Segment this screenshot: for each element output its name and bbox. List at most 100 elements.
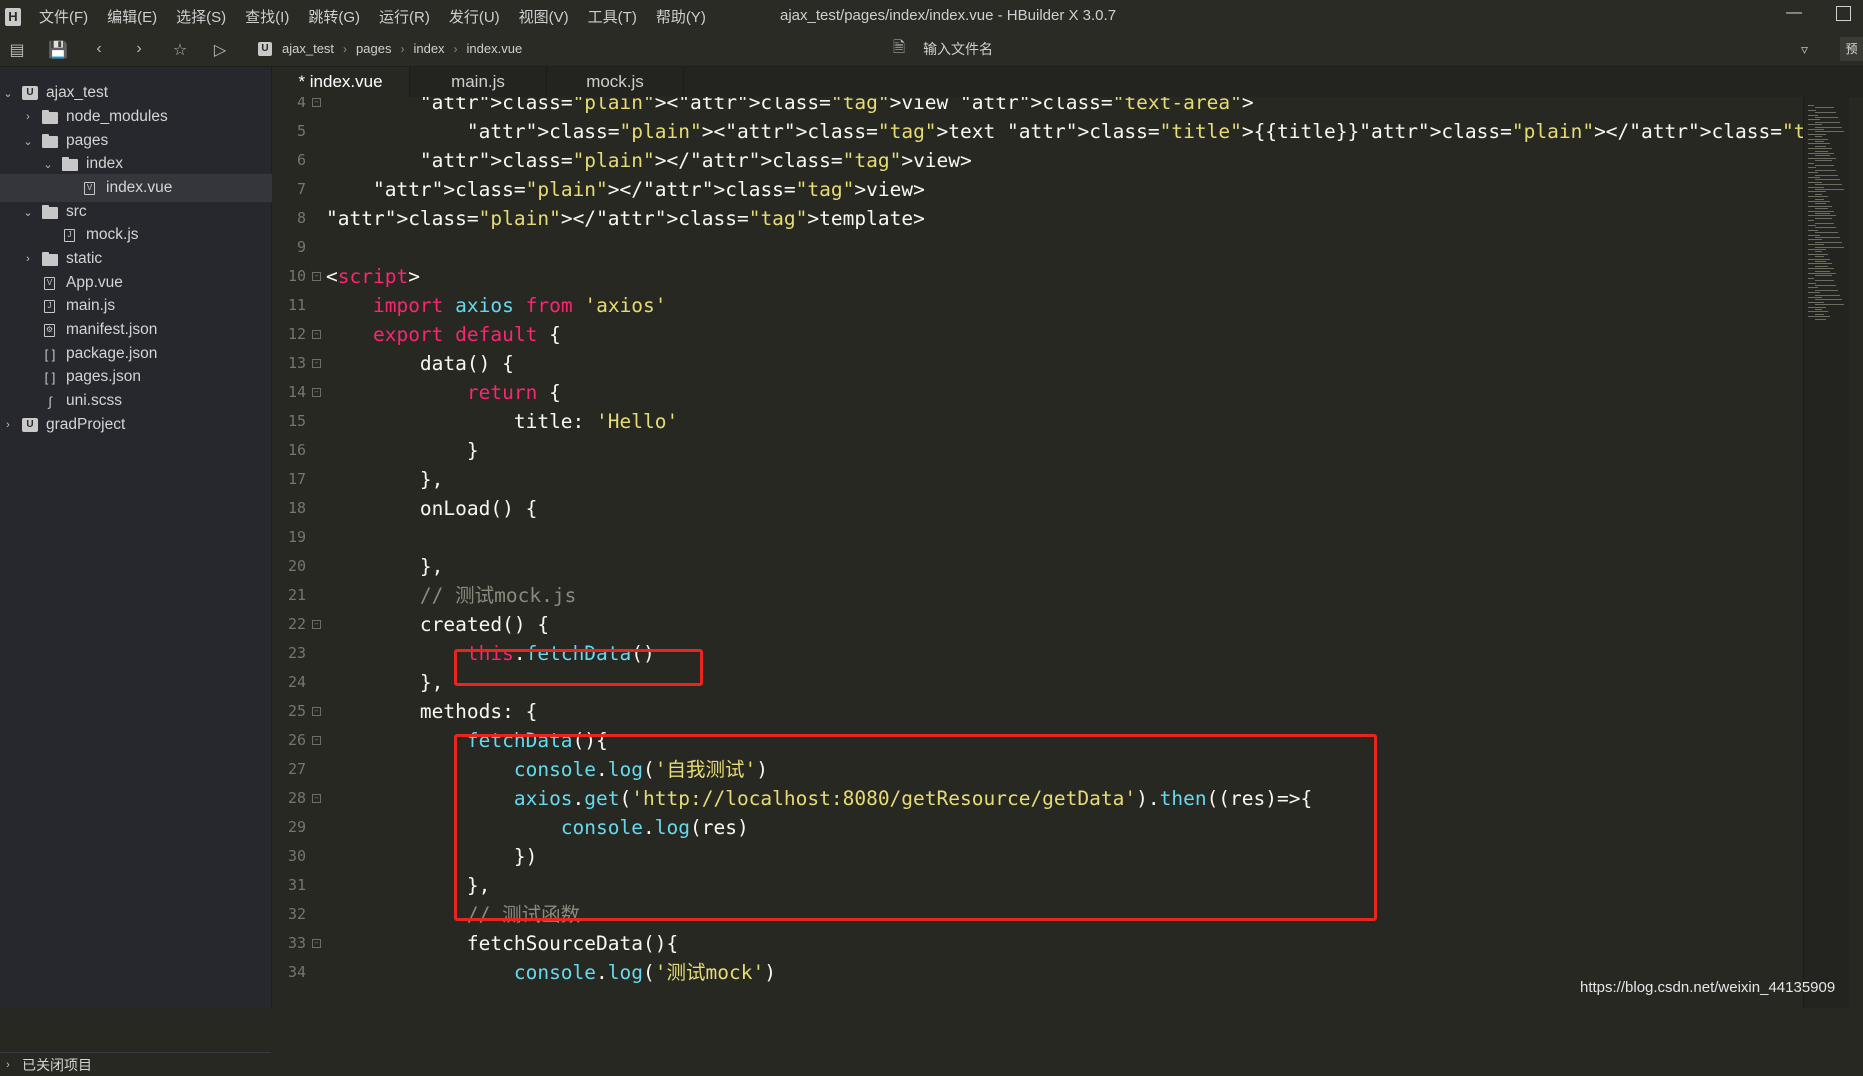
code-line[interactable]: 11 import axios from 'axios'	[272, 291, 1803, 320]
line-number: 7	[296, 180, 306, 198]
tab-mock-js[interactable]: mock.js	[547, 67, 684, 97]
code-line[interactable]: 4− "attr">class="plain"><"attr">class="t…	[272, 97, 1803, 117]
minimap-line	[1815, 265, 1828, 267]
forward-icon[interactable]: ›	[130, 40, 148, 58]
code-line[interactable]: 13− data() {	[272, 349, 1803, 378]
preview-button[interactable]: 预	[1840, 37, 1863, 61]
maximize-icon[interactable]	[1836, 6, 1851, 21]
minimap-line	[1808, 172, 1818, 174]
chevron-right-icon: ›	[400, 41, 405, 56]
menu-select[interactable]: 选择(S)	[176, 6, 226, 27]
bookmark-star-icon[interactable]: ☆	[171, 40, 189, 60]
closed-projects-label: 已关闭项目	[22, 1056, 92, 1073]
code-line[interactable]: 17 },	[272, 465, 1803, 494]
menu-help[interactable]: 帮助(Y)	[656, 6, 706, 27]
chevron-right-icon[interactable]: ›	[22, 111, 34, 123]
fold-toggle-icon[interactable]: −	[312, 736, 321, 745]
chevron-down-icon[interactable]: ⌄	[22, 135, 34, 148]
breadcrumb-item-project[interactable]: ajax_test	[282, 41, 334, 56]
code-line[interactable]: 5 "attr">class="plain"><"attr">class="ta…	[272, 117, 1803, 146]
code-line[interactable]: 21 // 测试mock.js	[272, 581, 1803, 610]
code-line[interactable]: 16 }	[272, 436, 1803, 465]
code-line[interactable]: 8 "attr">class="plain"></"attr">class="ta…	[272, 204, 1803, 233]
fold-toggle-icon[interactable]: −	[312, 794, 321, 803]
fold-toggle-icon[interactable]: −	[312, 272, 321, 281]
menu-edit[interactable]: 编辑(E)	[107, 6, 157, 27]
fold-toggle-icon[interactable]: −	[312, 620, 321, 629]
code-line[interactable]: 9	[272, 233, 1803, 262]
code-line[interactable]: 20 },	[272, 552, 1803, 581]
minimap-line	[1815, 261, 1826, 262]
breadcrumb-item-file[interactable]: index.vue	[467, 41, 523, 56]
menu-run[interactable]: 运行(R)	[379, 6, 430, 27]
code-text: "attr">class="plain"></"attr">class="tag…	[419, 149, 972, 172]
scrollbar[interactable]	[1849, 97, 1863, 1008]
menu-goto[interactable]: 跳转(G)	[308, 6, 360, 27]
new-file-icon[interactable]: ▤	[8, 40, 26, 60]
closed-projects-section[interactable]: › 已关闭项目	[0, 1052, 271, 1076]
minimap-line	[1808, 210, 1834, 212]
chevron-right-icon[interactable]: ›	[2, 419, 14, 431]
code-text: // 测试mock.js	[326, 584, 577, 607]
fold-toggle-icon[interactable]: −	[312, 98, 321, 107]
minimap-line	[1808, 143, 1830, 145]
file-search-input[interactable]	[923, 41, 1184, 57]
menu-view[interactable]: 视图(V)	[519, 6, 569, 27]
chevron-down-icon[interactable]: ⌄	[2, 87, 14, 100]
minimap-line	[1808, 311, 1828, 313]
code-line[interactable]: 19	[272, 523, 1803, 552]
chevron-down-icon[interactable]: ⌄	[42, 158, 54, 171]
code-line[interactable]: 15 title: 'Hello'	[272, 407, 1803, 436]
project-icon: U	[22, 86, 38, 100]
code-text: fetchSourceData(){	[466, 932, 679, 955]
line-number: 4	[296, 97, 306, 111]
chevron-right-icon[interactable]: ›	[2, 1059, 14, 1071]
minimap-line	[1808, 249, 1826, 250]
code-line[interactable]: 18 onLoad() {	[272, 494, 1803, 523]
code-line[interactable]: 14− return {	[272, 378, 1803, 407]
minimap-line	[1815, 285, 1836, 286]
breadcrumb-item-index[interactable]: index	[413, 41, 444, 56]
back-icon[interactable]: ‹	[90, 40, 108, 58]
code-line[interactable]: 6 "attr">class="plain"></"attr">class="t…	[272, 146, 1803, 175]
breadcrumb-item-pages[interactable]: pages	[356, 41, 391, 56]
code-line[interactable]: 7 "attr">class="plain"></"attr">class="t…	[272, 175, 1803, 204]
fold-toggle-icon[interactable]: −	[312, 939, 321, 948]
minimap-line	[1808, 157, 1836, 159]
minimize-icon[interactable]: —	[1786, 4, 1806, 22]
line-number: 24	[287, 673, 306, 691]
save-icon[interactable]: 💾	[48, 40, 68, 60]
fold-toggle-icon[interactable]: −	[312, 330, 321, 339]
minimap-line	[1815, 227, 1836, 229]
run-icon[interactable]: ▷	[211, 40, 229, 60]
code-line[interactable]: 25− methods: {	[272, 697, 1803, 726]
chevron-down-icon[interactable]: ⌄	[22, 206, 34, 219]
menu-tools[interactable]: 工具(T)	[588, 6, 637, 27]
project-explorer: ⌄ U ajax_test › node_modules ⌄ pages ⌄ i…	[0, 67, 333, 1073]
menu-publish[interactable]: 发行(U)	[449, 6, 500, 27]
minimap[interactable]	[1803, 97, 1850, 1008]
chevron-right-icon[interactable]: ›	[22, 253, 34, 265]
tab-main-js[interactable]: main.js	[410, 67, 547, 97]
line-number: 11	[287, 296, 306, 314]
tree-item-gradproject[interactable]: › U gradProject	[0, 411, 273, 439]
code-line[interactable]: 34 console.log('测试mock')	[272, 958, 1803, 987]
tree-item-label: App.vue	[66, 274, 123, 291]
code-line[interactable]: 22− created() {	[272, 610, 1803, 639]
minimap-line	[1815, 150, 1828, 152]
code-line[interactable]: 12− export default {	[272, 320, 1803, 349]
filter-icon[interactable]: ▿	[1801, 41, 1808, 58]
fold-toggle-icon[interactable]: −	[312, 359, 321, 368]
menu-find[interactable]: 查找(I)	[245, 6, 289, 27]
fold-toggle-icon[interactable]: −	[312, 388, 321, 397]
minimap-line	[1815, 126, 1842, 128]
code-text: export default {	[372, 323, 561, 346]
code-line[interactable]: 10− <script>	[272, 262, 1803, 291]
line-number: 18	[287, 499, 306, 517]
fold-toggle-icon[interactable]: −	[312, 707, 321, 716]
code-line[interactable]: 33− fetchSourceData(){	[272, 929, 1803, 958]
menu-file[interactable]: 文件(F)	[39, 6, 88, 27]
tab-index-vue[interactable]: * index.vue	[272, 67, 410, 97]
line-number: 31	[287, 876, 306, 894]
js-file-icon: J	[44, 299, 55, 313]
